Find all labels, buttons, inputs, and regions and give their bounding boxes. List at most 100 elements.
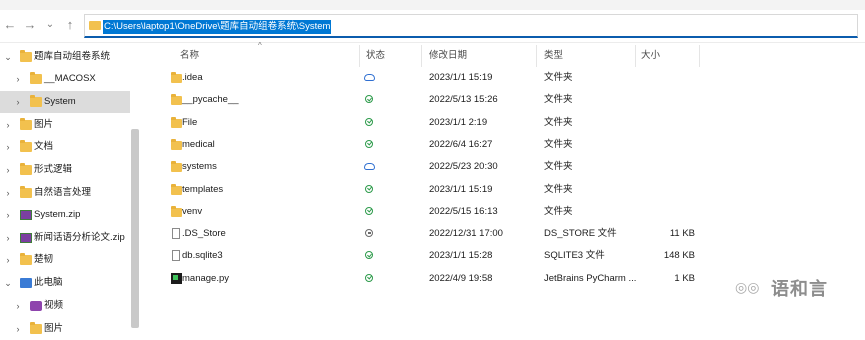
file-name: systems xyxy=(182,161,217,173)
sidebar-item[interactable]: › 视频 xyxy=(0,295,130,317)
file-row[interactable]: .DS_Store 2022/12/31 17:00 DS_STORE 文件 11 K… xyxy=(144,223,865,245)
column-divider[interactable] xyxy=(421,45,422,67)
chevron-right-icon[interactable]: › xyxy=(3,182,13,204)
back-button[interactable]: ← xyxy=(2,17,18,33)
sidebar-scrollbar[interactable] xyxy=(131,129,139,328)
folder-icon xyxy=(30,95,42,107)
column-header-status-label: 状态 xyxy=(366,50,386,61)
folder-icon xyxy=(171,116,182,128)
window-top-strip xyxy=(0,0,865,10)
file-row[interactable]: db.sqlite3 2023/1/1 15:28 SQLITE3 文件 148 KB xyxy=(144,245,865,267)
sidebar-item[interactable]: › 自然语言处理 xyxy=(0,182,130,204)
sidebar-item-label: 楚韧 xyxy=(34,254,54,265)
file-name: templates xyxy=(182,183,224,195)
video-icon xyxy=(30,301,42,311)
column-header-type[interactable]: 类型 xyxy=(544,48,563,64)
column-header-date[interactable]: 修改日期 xyxy=(429,48,467,64)
address-path[interactable]: C:\Users\laptop1\OneDrive\题库自动组卷系统\Syste… xyxy=(103,20,332,34)
file-row[interactable]: systems 2022/5/23 20:30 文件夹 xyxy=(144,156,865,178)
chevron-right-icon[interactable]: › xyxy=(3,136,13,158)
synced-check-icon xyxy=(365,184,373,193)
column-header-name[interactable]: 名称 xyxy=(180,48,199,64)
zip-icon xyxy=(20,210,32,220)
sidebar-item-label: 图片 xyxy=(44,323,64,334)
file-date: 2022/6/4 16:27 xyxy=(429,138,493,150)
sidebar-item-label: 题库自动组卷系统 xyxy=(34,51,111,62)
folder-icon xyxy=(30,72,42,84)
sidebar-item[interactable]: › 图片 xyxy=(0,318,130,340)
watermark: ◎◎ 语和言 xyxy=(723,271,865,307)
file-size: 148 KB xyxy=(663,250,695,262)
sidebar-item-label: System.zip xyxy=(34,209,81,220)
file-row[interactable]: venv 2022/5/15 16:13 文件夹 xyxy=(144,201,865,223)
column-divider[interactable] xyxy=(635,45,636,67)
file-row[interactable]: File 2023/1/1 2:19 文件夹 xyxy=(144,112,865,134)
sidebar-item[interactable]: › System.zip xyxy=(0,204,130,226)
file-date: 2023/1/1 2:19 xyxy=(429,116,488,128)
folder-icon xyxy=(171,138,182,150)
column-header-date-label: 修改日期 xyxy=(429,50,468,61)
file-type: 文件夹 xyxy=(544,183,573,195)
file-type: 文件夹 xyxy=(544,72,573,83)
up-button[interactable]: ↑ xyxy=(62,17,78,33)
file-name: medical xyxy=(182,138,215,150)
file-row[interactable]: .idea 2023/1/1 15:19 文件夹 xyxy=(144,67,865,89)
sidebar-item[interactable]: › 楚韧 xyxy=(0,249,130,271)
sidebar-item-label: 形式逻辑 xyxy=(34,164,73,175)
sidebar-item-label: 文档 xyxy=(34,141,54,152)
sidebar-item[interactable]: › __MACOSX xyxy=(0,68,130,90)
sidebar-item[interactable]: › 图片 xyxy=(0,114,130,136)
column-divider[interactable] xyxy=(359,45,360,67)
file-type: 文件夹 xyxy=(544,161,573,173)
sidebar-item[interactable]: › 形式逻辑 xyxy=(0,159,130,181)
pycharm-file-icon xyxy=(171,272,182,284)
sidebar-item-label: 自然语言处理 xyxy=(34,187,92,198)
column-divider[interactable] xyxy=(536,45,537,67)
chevron-right-icon[interactable]: › xyxy=(13,295,23,317)
file-row[interactable]: templates 2023/1/1 15:19 文件夹 xyxy=(144,179,865,201)
folder-icon xyxy=(171,205,182,217)
file-size: 11 KB xyxy=(669,228,695,240)
column-header-name-label: 名称 xyxy=(180,50,200,61)
sidebar-item[interactable]: ⌄ 此电脑 xyxy=(0,272,130,294)
sidebar-item[interactable]: › System xyxy=(0,91,130,113)
chat-bubble-icon: ◎◎ xyxy=(735,279,760,295)
file-row[interactable]: __pycache__ 2022/5/13 15:26 文件夹 xyxy=(144,89,865,111)
synced-check-icon xyxy=(365,117,373,126)
sidebar-item[interactable]: › 新闻话语分析论文.zip xyxy=(0,227,130,249)
folder-icon xyxy=(171,94,182,106)
file-type: 文件夹 xyxy=(544,116,573,128)
sidebar-item-label: System xyxy=(44,96,76,107)
chevron-right-icon[interactable]: › xyxy=(3,249,13,271)
file-name: db.sqlite3 xyxy=(182,250,223,262)
column-header-type-label: 类型 xyxy=(544,50,564,61)
folder-icon xyxy=(171,183,182,195)
file-name: .idea xyxy=(182,72,203,83)
chevron-right-icon[interactable]: › xyxy=(13,91,23,113)
file-name: venv xyxy=(182,205,203,217)
file-date: 2022/5/15 16:13 xyxy=(429,205,498,217)
sidebar-item[interactable]: › 文档 xyxy=(0,136,130,158)
chevron-right-icon[interactable]: › xyxy=(3,159,13,181)
chevron-right-icon[interactable]: › xyxy=(13,68,23,90)
sidebar-item[interactable]: ⌄ 题库自动组卷系统 xyxy=(0,46,130,68)
file-date: 2023/1/1 15:28 xyxy=(429,250,493,262)
forward-button[interactable]: → xyxy=(22,17,38,33)
synced-check-icon xyxy=(365,251,373,260)
chevron-right-icon[interactable]: › xyxy=(3,204,13,226)
chevron-right-icon[interactable]: › xyxy=(3,227,13,249)
file-row[interactable]: medical 2022/6/4 16:27 文件夹 xyxy=(144,134,865,156)
column-header-size[interactable]: 大小 xyxy=(641,48,660,64)
address-bar[interactable]: C:\Users\laptop1\OneDrive\题库自动组卷系统\Syste… xyxy=(84,14,858,38)
chevron-down-icon[interactable]: ⌄ xyxy=(3,46,13,68)
recent-locations-chevron-icon[interactable]: ⌄ xyxy=(42,17,58,33)
chevron-right-icon[interactable]: › xyxy=(3,114,13,136)
file-date: 2022/5/13 15:26 xyxy=(429,94,498,106)
synced-check-icon xyxy=(365,95,373,104)
chevron-down-icon[interactable]: ⌄ xyxy=(3,272,13,294)
chevron-right-icon[interactable]: › xyxy=(13,318,23,340)
column-divider[interactable] xyxy=(699,45,700,67)
folder-icon xyxy=(20,163,32,175)
folder-icon xyxy=(20,186,32,198)
column-header-status[interactable]: 状态 xyxy=(366,48,385,64)
